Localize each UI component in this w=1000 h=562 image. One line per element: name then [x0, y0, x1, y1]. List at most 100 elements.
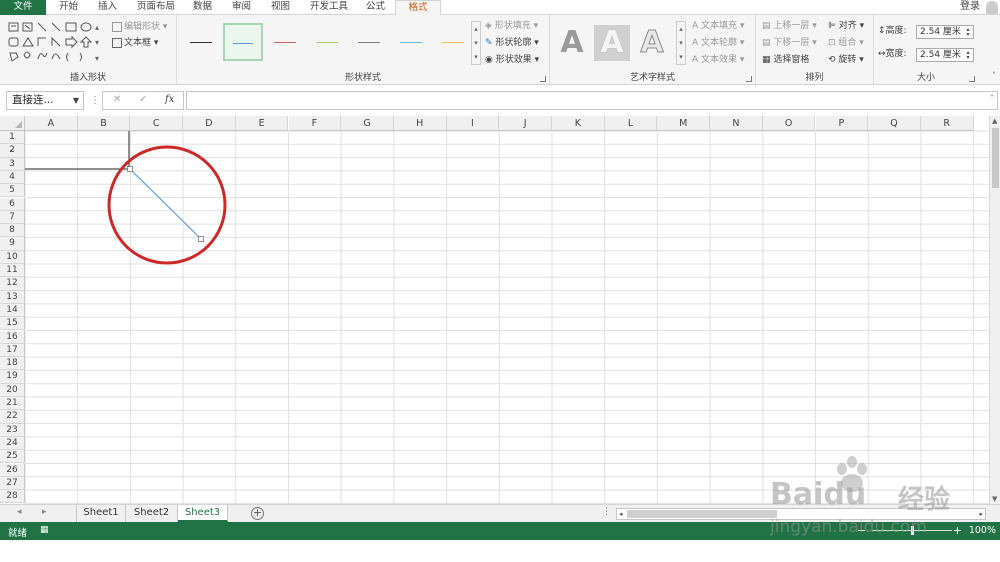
- text-box-label: 文本框: [124, 38, 152, 48]
- sheet-tab-3[interactable]: Sheet3: [178, 505, 228, 522]
- formula-buttons: ✕ ✓ fx: [102, 91, 184, 110]
- svg-text:▾: ▾: [95, 38, 99, 47]
- group-label-insert-shapes: 插入形状: [69, 73, 106, 83]
- expand-formula-icon[interactable]: ˅: [990, 94, 994, 103]
- zoom-slider-thumb[interactable]: [911, 526, 914, 535]
- insert-function-icon[interactable]: fx: [165, 94, 174, 105]
- tab-insert[interactable]: 插入: [98, 0, 117, 15]
- shape-style-2[interactable]: [223, 23, 263, 61]
- shape-effects-button[interactable]: ◉ 形状效果 ▾: [485, 54, 539, 66]
- shape-style-3[interactable]: [265, 23, 305, 61]
- vertical-scroll-thumb[interactable]: [992, 128, 999, 188]
- tab-data[interactable]: 数据: [193, 0, 212, 15]
- group-icon: ⊡: [828, 38, 836, 48]
- wordart-launcher-icon[interactable]: [746, 76, 752, 82]
- scroll-left-icon[interactable]: ◂: [619, 509, 623, 519]
- bring-forward-button[interactable]: ▤ 上移一层 ▾: [762, 20, 817, 32]
- text-outline-label: 文本轮廓: [701, 38, 738, 48]
- name-box-dropdown-icon[interactable]: ▼: [73, 92, 79, 109]
- horizontal-scroll-thumb[interactable]: [627, 510, 777, 518]
- align-button[interactable]: ⊫ 对齐 ▾: [828, 20, 864, 32]
- text-box-button[interactable]: 文本框 ▾: [112, 37, 158, 49]
- line-end-handle[interactable]: [198, 236, 204, 242]
- group-label-size: 大小: [916, 73, 935, 83]
- group-shape-styles: ▴ ▾ ▾ ◈ 形状填充 ▾ ✎ 形状轮廓 ▾ ◉ 形状效果 ▾ 形状样式: [177, 15, 550, 85]
- size-launcher-icon[interactable]: [969, 76, 975, 82]
- shape-outline-label: 形状轮廓: [495, 38, 532, 48]
- width-input[interactable]: 2.54 厘米 ▴ ▾: [916, 48, 974, 62]
- width-spinner-icon[interactable]: ▴ ▾: [964, 50, 972, 61]
- wordart-style-3[interactable]: A: [634, 25, 670, 61]
- group-button[interactable]: ⊡ 组合 ▾: [828, 37, 864, 49]
- text-effects-button[interactable]: A 文本效果 ▾: [692, 54, 744, 66]
- group-wordart-styles: A A A ▴ ▾ ▾ A 文本填充 ▾ A 文本轮廓 ▾ A 文本效果 ▾ 艺术字…: [550, 15, 756, 85]
- tab-view[interactable]: 视图: [271, 0, 290, 15]
- style-line-sample: [316, 42, 338, 43]
- style-line-sample: [274, 42, 296, 43]
- tab-format[interactable]: 格式: [395, 0, 441, 16]
- pen-outline-icon: ✎: [485, 38, 493, 48]
- shape-fill-button[interactable]: ◈ 形状填充 ▾: [485, 20, 538, 32]
- shape-style-1[interactable]: [181, 23, 221, 61]
- wordart-style-2[interactable]: A: [594, 25, 630, 61]
- width-icon: ↔: [878, 49, 886, 59]
- shape-style-6[interactable]: [391, 23, 431, 61]
- tab-review[interactable]: 审阅: [232, 0, 251, 15]
- height-spinner-icon[interactable]: ▴ ▾: [964, 27, 972, 38]
- zoom-in-icon[interactable]: +: [953, 524, 962, 537]
- line-shape[interactable]: [129, 168, 202, 240]
- scroll-right-icon[interactable]: ▸: [979, 509, 983, 519]
- worksheet-grid[interactable]: ABCDEFGHIJKLMNOPQR 1 2 3 4 5 6 7 8 9 10 11 12 13 14 15…: [0, 116, 1000, 504]
- scroll-down-icon[interactable]: ▼: [992, 495, 997, 503]
- wordart-gallery-scroll[interactable]: ▴ ▾ ▾: [676, 21, 686, 65]
- scroll-up-icon[interactable]: ▲: [992, 117, 997, 125]
- cancel-icon[interactable]: ✕: [113, 94, 121, 105]
- rotate-button[interactable]: ⟲ 旋转 ▾: [828, 54, 864, 66]
- shape-styles-launcher-icon[interactable]: [540, 76, 546, 82]
- zoom-out-icon[interactable]: −: [857, 524, 866, 537]
- shape-style-gallery-scroll[interactable]: ▴ ▾ ▾: [471, 21, 481, 65]
- shape-style-5[interactable]: [349, 23, 389, 61]
- sheet-tab-1[interactable]: Sheet1: [76, 505, 126, 522]
- send-backward-button[interactable]: ▤ 下移一层 ▾: [762, 37, 817, 49]
- shape-fill-label: 形状填充: [494, 21, 531, 31]
- tab-home[interactable]: 开始: [59, 0, 78, 15]
- vertical-scrollbar[interactable]: ▲ ▼: [989, 116, 1000, 504]
- wordart-style-1[interactable]: A: [554, 25, 590, 61]
- next-sheet-icon[interactable]: ▸: [42, 507, 47, 517]
- ribbon-tab-bar: 文件 开始 插入 页面布局 数据 审阅 视图 开发工具 公式 格式 登录: [0, 0, 1000, 16]
- login-link[interactable]: 登录: [960, 0, 980, 14]
- shape-style-7[interactable]: [433, 23, 473, 61]
- rotate-label: 旋转: [838, 55, 857, 65]
- formula-input[interactable]: ˅: [186, 91, 998, 110]
- name-box[interactable]: 直接连... ▼: [6, 91, 84, 110]
- shape-outline-button[interactable]: ✎ 形状轮廓 ▾: [485, 37, 539, 49]
- shape-style-4[interactable]: [307, 23, 347, 61]
- enter-icon[interactable]: ✓: [139, 94, 147, 105]
- add-sheet-icon[interactable]: +: [251, 507, 264, 520]
- user-avatar-icon[interactable]: [986, 1, 998, 14]
- horizontal-scrollbar[interactable]: ◂ ▸: [616, 508, 986, 520]
- edit-shape-button[interactable]: 编辑形状 ▾: [112, 21, 167, 33]
- height-input[interactable]: 2.54 厘米 ▴ ▾: [916, 25, 974, 39]
- tab-developer[interactable]: 开发工具: [310, 0, 348, 15]
- collapse-ribbon-icon[interactable]: ˄: [992, 71, 996, 80]
- text-outline-button[interactable]: A 文本轮廓 ▾: [692, 37, 744, 49]
- macro-record-icon[interactable]: ▦: [40, 525, 49, 535]
- tab-file[interactable]: 文件: [0, 0, 46, 15]
- bring-forward-icon: ▤: [762, 21, 771, 31]
- selection-pane-icon: ▦: [762, 55, 771, 65]
- tab-page-layout[interactable]: 页面布局: [137, 0, 175, 15]
- zoom-level[interactable]: 100%: [969, 525, 996, 536]
- shape-gallery[interactable]: ▴ ▾ ▾: [8, 21, 106, 65]
- text-fill-button[interactable]: A 文本填充 ▾: [692, 20, 744, 32]
- sheet-tab-2[interactable]: Sheet2: [126, 505, 178, 522]
- svg-text:▴: ▴: [95, 23, 99, 32]
- height-label: 高度:: [885, 26, 907, 36]
- status-bar: 就绪 ▦ − + 100%: [0, 522, 1000, 540]
- prev-sheet-icon[interactable]: ◂: [17, 507, 22, 517]
- selection-pane-button[interactable]: ▦ 选择窗格: [762, 54, 809, 66]
- line-start-handle[interactable]: [127, 166, 133, 172]
- tab-splitter-icon[interactable]: ⋮: [602, 507, 611, 517]
- tab-formulas[interactable]: 公式: [366, 0, 385, 15]
